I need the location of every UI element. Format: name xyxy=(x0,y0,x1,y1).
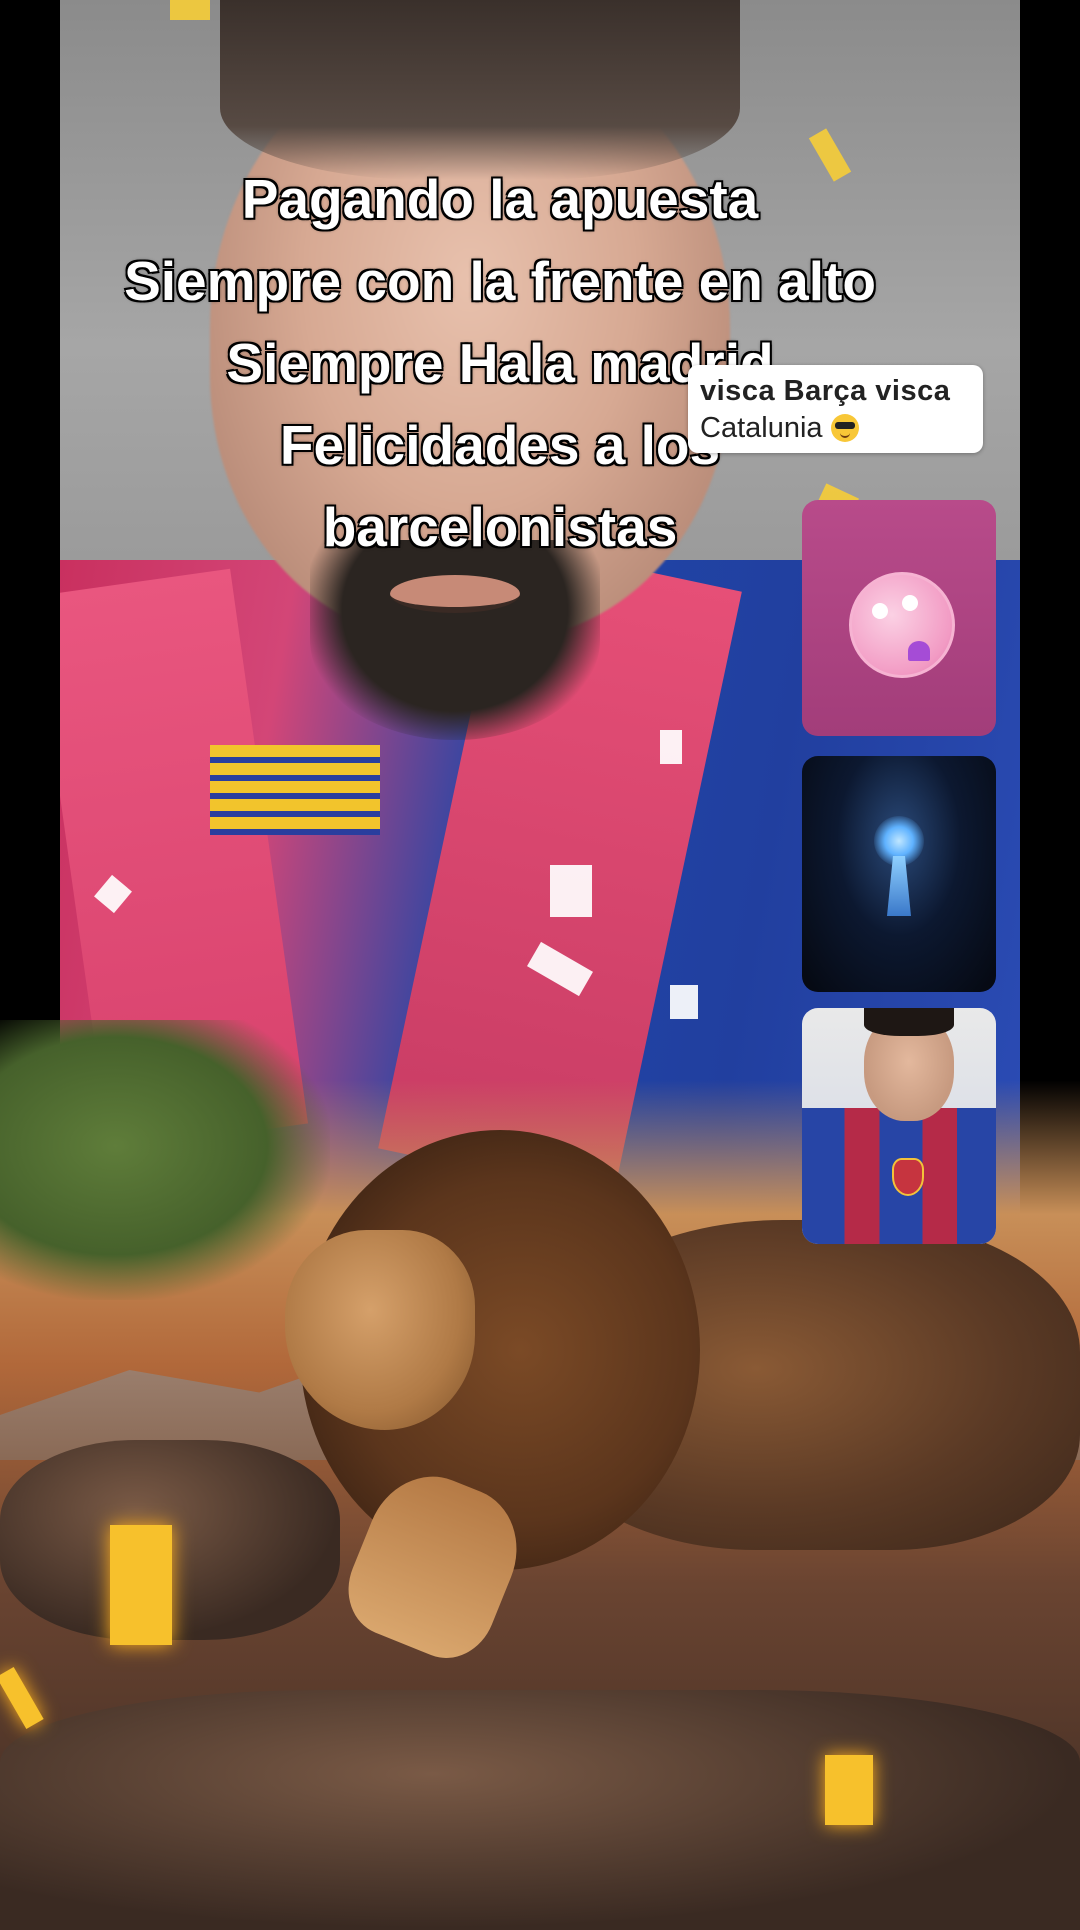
caption-line: Siempre con la frente en alto xyxy=(124,250,876,312)
glowing-keyhole-icon xyxy=(869,816,929,926)
club-crest-icon xyxy=(892,1158,924,1196)
avatar-eye xyxy=(902,595,918,611)
flame-ember xyxy=(825,1755,873,1825)
shirt-collar xyxy=(210,745,380,835)
host-beard xyxy=(310,540,600,740)
comment-line-1: visca Barça visca xyxy=(700,375,951,407)
guest-tile-pink-avatar[interactable] xyxy=(802,500,996,736)
confetti xyxy=(170,0,210,20)
ground-rock xyxy=(0,1690,1080,1930)
confetti xyxy=(670,985,698,1019)
caption-line: Pagando la apuesta xyxy=(241,168,759,230)
host-hair xyxy=(220,0,740,180)
confetti xyxy=(550,865,592,917)
confetti xyxy=(660,730,682,764)
host-mouth xyxy=(390,575,520,613)
acacia-tree xyxy=(0,1020,330,1300)
heart-icon xyxy=(908,641,930,661)
comment-line-2-row: Catalunia xyxy=(700,410,973,447)
comment-bubble: visca Barça visca Catalunia xyxy=(688,365,983,453)
guest-hair xyxy=(864,1008,954,1036)
keyhole-stem xyxy=(887,856,911,916)
avatar-eye xyxy=(872,603,888,619)
flame-ember xyxy=(110,1525,172,1645)
guest-tile-video[interactable] xyxy=(802,1008,996,1244)
pink-avatar-icon xyxy=(849,572,955,678)
sunglasses-emoji-icon xyxy=(830,414,859,442)
guest-tile-keyhole[interactable] xyxy=(802,756,996,992)
comment-line-2: Catalunia xyxy=(700,412,823,444)
